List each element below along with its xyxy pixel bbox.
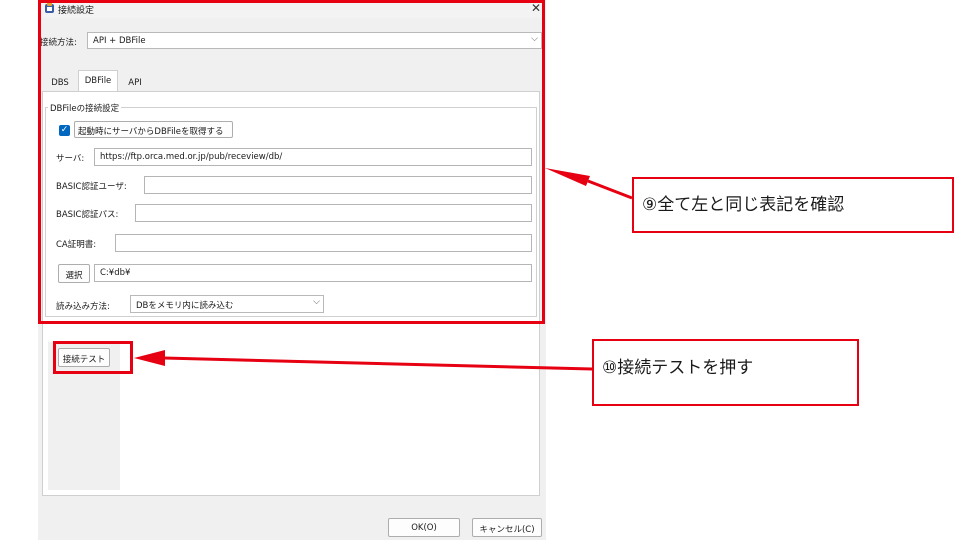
callout-step-10: ⑩接続テストを押す <box>592 339 859 406</box>
arrow-head-10 <box>134 350 165 366</box>
arrow-line-9 <box>587 179 633 200</box>
arrow-line-10 <box>163 356 593 371</box>
annotation-arrows <box>134 168 633 371</box>
callout-step-9: ⑨全て左と同じ表記を確認 <box>632 177 954 233</box>
arrow-head-9 <box>545 168 590 186</box>
